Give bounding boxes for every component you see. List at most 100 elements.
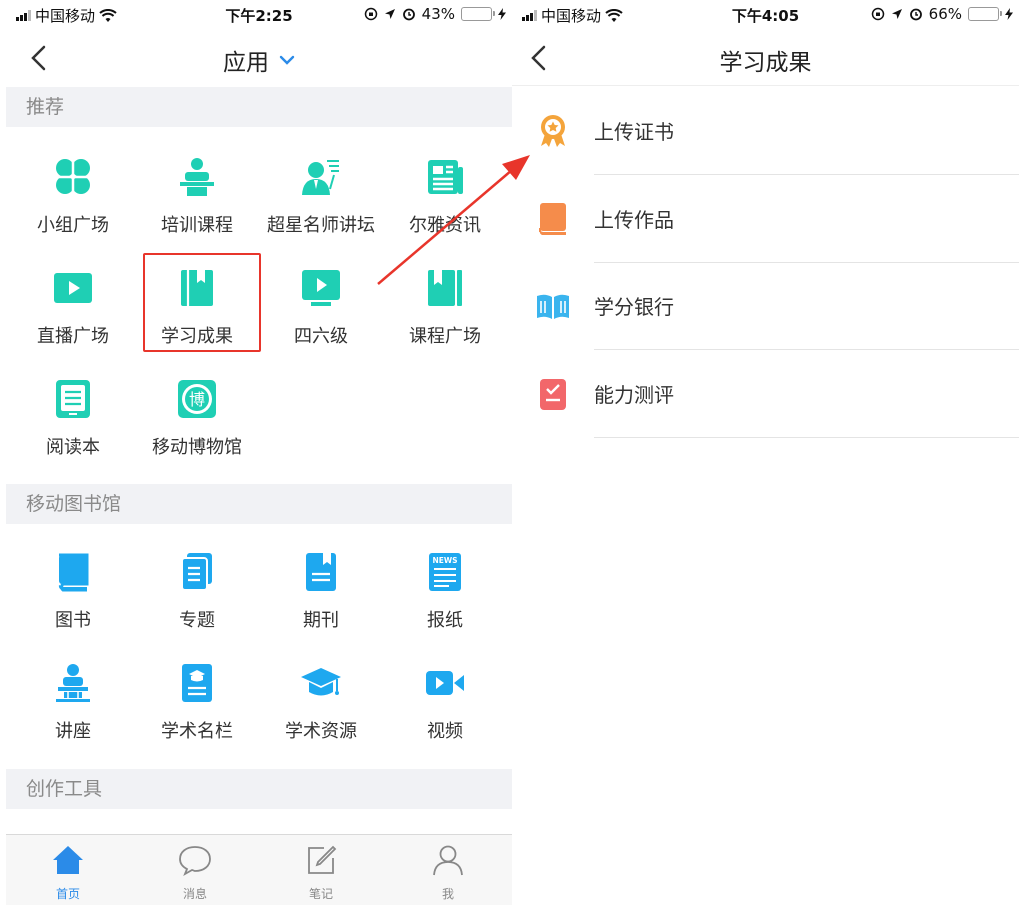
rotation-lock-icon — [364, 7, 377, 21]
works-icon — [539, 203, 566, 236]
library-item-lecture[interactable]: 讲座 — [11, 663, 135, 743]
tab-note[interactable]: 笔记 — [259, 843, 383, 902]
academic-resource-icon — [301, 668, 341, 696]
lecture-icon — [56, 664, 90, 702]
news-icon — [428, 160, 463, 194]
cet-icon — [302, 270, 340, 306]
library-item-label: 图书 — [55, 610, 91, 631]
library-item-label: 期刊 — [303, 610, 339, 631]
library-item-label: 专题 — [179, 610, 215, 631]
page-title: 应用 — [223, 50, 269, 76]
list-item-label: 能力测评 — [594, 383, 674, 407]
battery-icon — [461, 7, 495, 21]
journal-icon — [306, 553, 336, 591]
list-item-label: 上传作品 — [594, 208, 674, 232]
newspaper-icon-text: NEWS — [432, 556, 457, 565]
library-item-book[interactable]: 图书 — [11, 552, 135, 632]
home-icon — [53, 846, 83, 874]
library-item-topic[interactable]: 专题 — [135, 552, 259, 632]
app-item-lecture-forum[interactable]: 超星名师讲坛 — [259, 157, 383, 237]
app-item-label: 超星名师讲坛 — [267, 215, 375, 236]
app-item-live-square[interactable]: 直播广场 — [11, 268, 135, 348]
location-icon — [384, 9, 395, 19]
learning-results-screen: 中国移动 下午4:05 66% 学习成果 上传证书 上传作品 学分银行 能力测评 — [512, 0, 1019, 905]
library-item-label: 报纸 — [427, 610, 463, 631]
tab-label: 首页 — [55, 887, 80, 901]
group-square-icon — [56, 159, 90, 194]
app-item-course-square[interactable]: 课程广场 — [383, 268, 507, 348]
app-item-group-square[interactable]: 小组广场 — [11, 157, 135, 237]
tab-home[interactable]: 首页 — [6, 843, 130, 902]
tab-label: 我 — [441, 887, 454, 901]
app-item-reading-book[interactable]: 阅读本 — [11, 379, 135, 459]
highlight-box — [143, 253, 261, 352]
app-item-label: 四六级 — [294, 326, 348, 347]
app-item-label: 直播广场 — [37, 326, 109, 347]
app-item-news[interactable]: 尔雅资讯 — [383, 157, 507, 237]
app-item-label: 移动博物馆 — [152, 437, 242, 458]
app-item-training-course[interactable]: 培训课程 — [135, 157, 259, 237]
app-item-label: 尔雅资讯 — [409, 215, 481, 236]
tab-profile[interactable]: 我 — [386, 843, 510, 902]
section-header-recommend: 推荐 — [6, 87, 512, 127]
library-item-academic-column[interactable]: 学术名栏 — [135, 663, 259, 743]
app-item-label: 课程广场 — [409, 326, 481, 347]
alarm-icon — [402, 8, 415, 21]
tab-label: 消息 — [182, 887, 207, 901]
library-item-journal[interactable]: 期刊 — [259, 552, 383, 632]
status-bar: 中国移动 下午2:25 43% — [6, 0, 512, 30]
profile-icon — [433, 845, 463, 876]
charging-icon — [498, 8, 506, 20]
library-item-video[interactable]: 视频 — [383, 663, 507, 743]
library-item-label: 讲座 — [55, 721, 91, 742]
app-item-label: 培训课程 — [161, 215, 233, 236]
library-item-academic-resource[interactable]: 学术资源 — [259, 663, 383, 743]
museum-icon-glyph: 博 — [189, 390, 205, 409]
library-item-newspaper[interactable]: NEWS 报纸 — [383, 552, 507, 632]
topic-icon — [181, 553, 212, 591]
list-item-credit-bank[interactable]: 学分银行 — [512, 262, 1019, 350]
certificate-icon — [541, 115, 565, 147]
list-item-ability-test[interactable]: 能力测评 — [512, 350, 1019, 438]
charging-icon — [1005, 8, 1013, 20]
page-title: 学习成果 — [719, 50, 812, 76]
lecture-forum-icon — [302, 160, 339, 195]
app-item-label: 阅读本 — [46, 437, 100, 458]
library-item-label: 视频 — [427, 721, 463, 742]
app-item-museum[interactable]: 博 移动博物馆 — [135, 379, 259, 459]
book-icon — [58, 553, 89, 592]
list-item-upload-works[interactable]: 上传作品 — [512, 175, 1019, 263]
status-bar: 中国移动 下午4:05 66% — [512, 0, 1019, 30]
battery-percent: 43% — [421, 5, 455, 23]
battery-icon — [968, 7, 1002, 21]
location-icon — [891, 9, 902, 19]
library-item-label: 学术资源 — [285, 721, 357, 742]
reading-book-icon — [56, 380, 90, 418]
list-item-label: 学分银行 — [594, 295, 674, 319]
rotation-lock-icon — [871, 7, 884, 21]
tab-bar: 首页 消息 笔记 我 — [6, 834, 512, 905]
credit-bank-icon — [537, 294, 569, 319]
app-switcher[interactable]: 应用 — [6, 43, 512, 77]
video-icon — [426, 671, 464, 695]
live-square-icon — [54, 273, 92, 303]
list-item-upload-certificate[interactable]: 上传证书 — [512, 87, 1019, 175]
nav-bar: 学习成果 — [512, 30, 1019, 86]
section-header-library: 移动图书馆 — [6, 484, 512, 524]
ability-test-icon — [540, 379, 566, 410]
training-course-icon — [180, 158, 214, 196]
alarm-icon — [909, 8, 922, 21]
library-item-label: 学术名栏 — [161, 721, 233, 742]
nav-bar: 应用 — [6, 30, 512, 86]
section-header-tools: 创作工具 — [6, 769, 512, 809]
divider — [594, 437, 1019, 438]
app-item-label: 小组广场 — [37, 215, 109, 236]
apps-screen: 中国移动 下午2:25 43% 应用 推荐 小组广场 培训课程 超星名师讲坛 尔… — [6, 0, 512, 905]
message-icon — [179, 846, 211, 877]
note-icon — [308, 845, 337, 874]
tab-message[interactable]: 消息 — [133, 843, 257, 902]
app-item-cet[interactable]: 四六级 — [259, 268, 383, 348]
list-item-label: 上传证书 — [594, 120, 674, 144]
newspaper-icon: NEWS — [429, 553, 461, 591]
battery-percent: 66% — [928, 5, 962, 23]
